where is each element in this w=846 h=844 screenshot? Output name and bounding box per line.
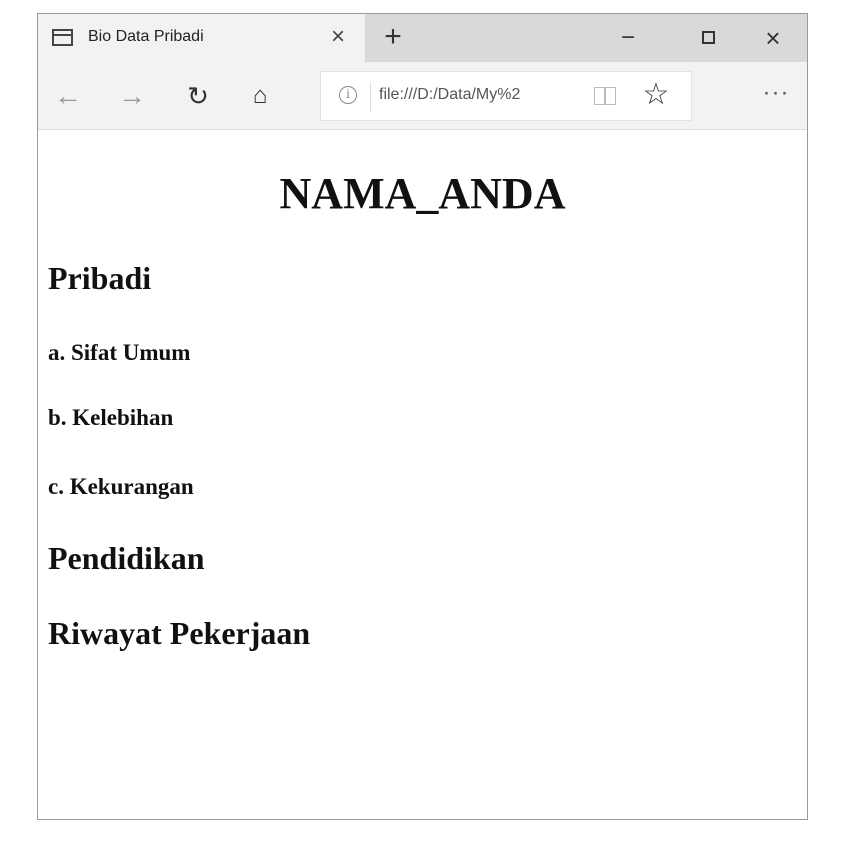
more-icon[interactable]: ··· (756, 76, 796, 116)
star-icon[interactable]: ☆ (639, 77, 673, 113)
page-title: NAMA_ANDA (279, 169, 566, 218)
forward-arrow-icon[interactable]: → (112, 76, 152, 116)
back-arrow-icon[interactable]: ← (48, 76, 88, 116)
title-bar: Bio Data Pribadi × + − × (38, 14, 807, 62)
tab-close-icon[interactable]: × (324, 23, 352, 51)
maximize-button[interactable] (690, 23, 726, 53)
url-text[interactable]: file:///D:/Data/My%2 (379, 86, 520, 104)
reading-view-icon[interactable] (594, 87, 616, 105)
address-divider (370, 82, 371, 112)
heading-sifat-umum: a. Sifat Umum (48, 340, 191, 365)
tab-title: Bio Data Pribadi (88, 28, 204, 45)
minimize-button[interactable]: − (610, 23, 646, 53)
address-bar[interactable]: i file:///D:/Data/My%2 ☆ (320, 71, 692, 121)
page-content: NAMA_ANDA Pribadi a. Sifat Umum b. Keleb… (38, 130, 807, 819)
browser-tab[interactable]: Bio Data Pribadi × (38, 14, 365, 62)
heading-pendidikan: Pendidikan (48, 540, 205, 576)
heading-kelebihan: b. Kelebihan (48, 405, 174, 430)
heading-pribadi: Pribadi (48, 260, 152, 296)
heading-riwayat-pekerjaan: Riwayat Pekerjaan (48, 615, 311, 651)
navigation-bar: ← → ↻ ⌂ i file:///D:/Data/My%2 ☆ ··· (38, 62, 807, 130)
home-icon[interactable]: ⌂ (240, 76, 280, 116)
new-tab-button[interactable]: + (375, 20, 411, 56)
browser-window: Bio Data Pribadi × + − × ← → ↻ ⌂ i file:… (37, 13, 808, 820)
refresh-icon[interactable]: ↻ (178, 76, 218, 116)
window-close-button[interactable]: × (755, 20, 791, 56)
heading-kekurangan: c. Kekurangan (48, 474, 194, 499)
info-icon[interactable]: i (339, 86, 357, 104)
maximize-icon (702, 31, 715, 44)
tab-icon (52, 29, 73, 46)
